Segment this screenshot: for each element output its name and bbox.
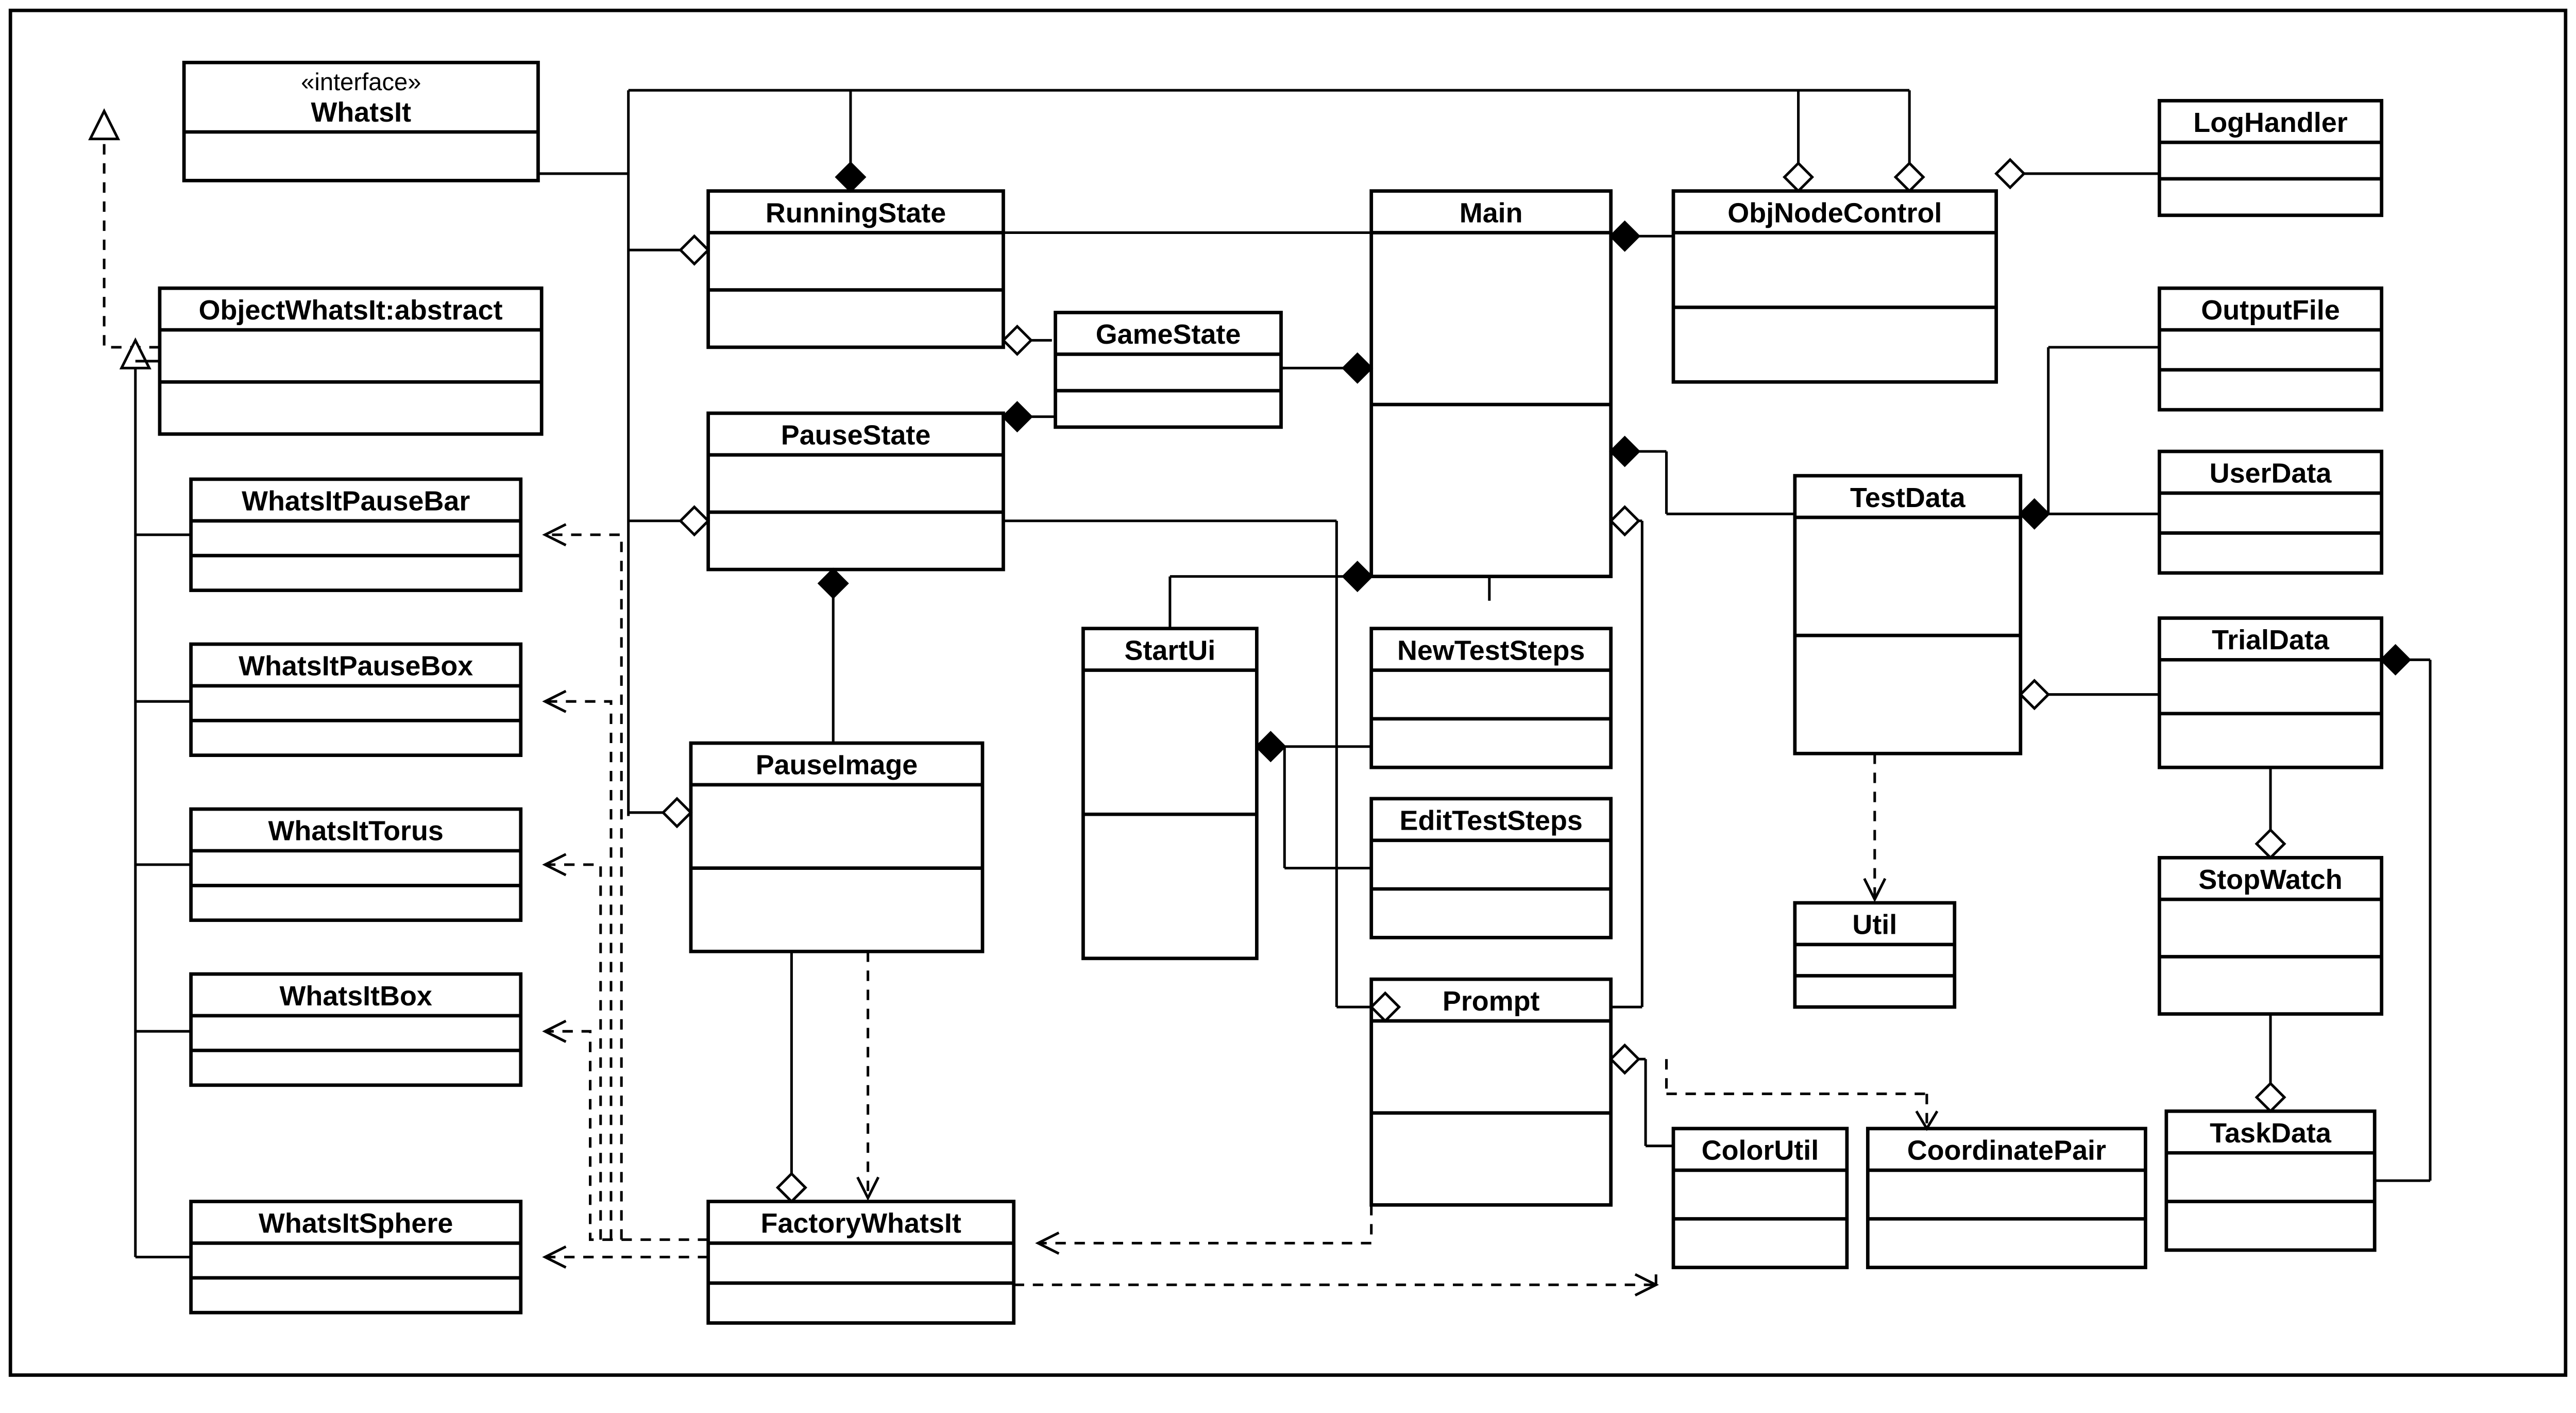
class-WhatsItSphere: WhatsItSphere [191, 1202, 521, 1313]
class-UserData: UserData [2159, 451, 2381, 573]
class-StartUi: StartUi [1083, 629, 1257, 958]
class-PauseImage: PauseImage [691, 743, 982, 951]
class-title: WhatsItTorus [268, 816, 444, 847]
class-GameState: GameState [1056, 312, 1281, 427]
class-title: UserData [2210, 458, 2332, 489]
class-WhatsItPauseBox: WhatsItPauseBox [191, 644, 521, 755]
class-Prompt: Prompt [1371, 979, 1611, 1205]
class-title: WhatsItPauseBar [242, 486, 470, 517]
class-TestData: TestData [1795, 476, 2021, 753]
class-title: Prompt [1443, 986, 1540, 1017]
class-title: EditTestSteps [1400, 805, 1583, 836]
class-TaskData: TaskData [2166, 1111, 2375, 1250]
class-title: GameState [1096, 319, 1241, 350]
class-PauseState: PauseState [708, 413, 1004, 569]
class-StopWatch: StopWatch [2159, 857, 2381, 1014]
class-title: TestData [1850, 482, 1966, 513]
class-CoordinatePair: CoordinatePair [1868, 1129, 2145, 1268]
class-TrialData: TrialData [2159, 618, 2381, 767]
class-title: NewTestSteps [1397, 635, 1585, 666]
class-WhatsItBox: WhatsItBox [191, 974, 521, 1085]
class-title: LogHandler [2193, 107, 2347, 138]
class-title: WhatsIt [311, 97, 412, 128]
class-LogHandler: LogHandler [2159, 100, 2381, 215]
class-title: OutputFile [2201, 295, 2340, 326]
class-title: RunningState [766, 197, 946, 228]
class-title: PauseImage [756, 750, 918, 781]
class-title: PauseState [781, 420, 931, 451]
class-WhatsIt: «interface»WhatsIt [184, 62, 538, 180]
class-title: TaskData [2210, 1118, 2332, 1149]
class-title: StopWatch [2198, 864, 2342, 895]
class-ColorUtil: ColorUtil [1673, 1129, 1847, 1268]
class-title: ObjNodeControl [1727, 197, 1942, 228]
class-title: TrialData [2212, 625, 2330, 655]
class-NewTestSteps: NewTestSteps [1371, 629, 1611, 768]
class-title: FactoryWhatsIt [761, 1208, 961, 1239]
class-title: ColorUtil [1702, 1135, 1819, 1166]
class-RunningState: RunningState [708, 191, 1004, 347]
stereotype: «interface» [301, 68, 421, 95]
class-ObjNodeControl: ObjNodeControl [1673, 191, 1996, 382]
class-Main: Main [1371, 191, 1611, 577]
class-title: CoordinatePair [1907, 1135, 2106, 1166]
class-OutputFile: OutputFile [2159, 288, 2381, 410]
class-title: Main [1460, 197, 1523, 228]
class-title: StartUi [1125, 635, 1216, 666]
class-ObjectWhatsIt: ObjectWhatsIt:abstract [160, 288, 541, 434]
class-FactoryWhatsIt: FactoryWhatsIt [708, 1202, 1014, 1323]
class-title: ObjectWhatsIt:abstract [199, 295, 503, 326]
class-Util: Util [1795, 903, 1955, 1007]
class-WhatsItPauseBar: WhatsItPauseBar [191, 479, 521, 591]
uml-diagram: «interface»WhatsIt ObjectWhatsIt:abstract… [0, 0, 2576, 1389]
class-title: Util [1852, 910, 1897, 940]
class-WhatsItTorus: WhatsItTorus [191, 809, 521, 920]
class-EditTestSteps: EditTestSteps [1371, 799, 1611, 938]
class-title: WhatsItPauseBox [239, 651, 473, 682]
class-title: WhatsItSphere [259, 1208, 453, 1239]
class-title: WhatsItBox [280, 981, 432, 1012]
